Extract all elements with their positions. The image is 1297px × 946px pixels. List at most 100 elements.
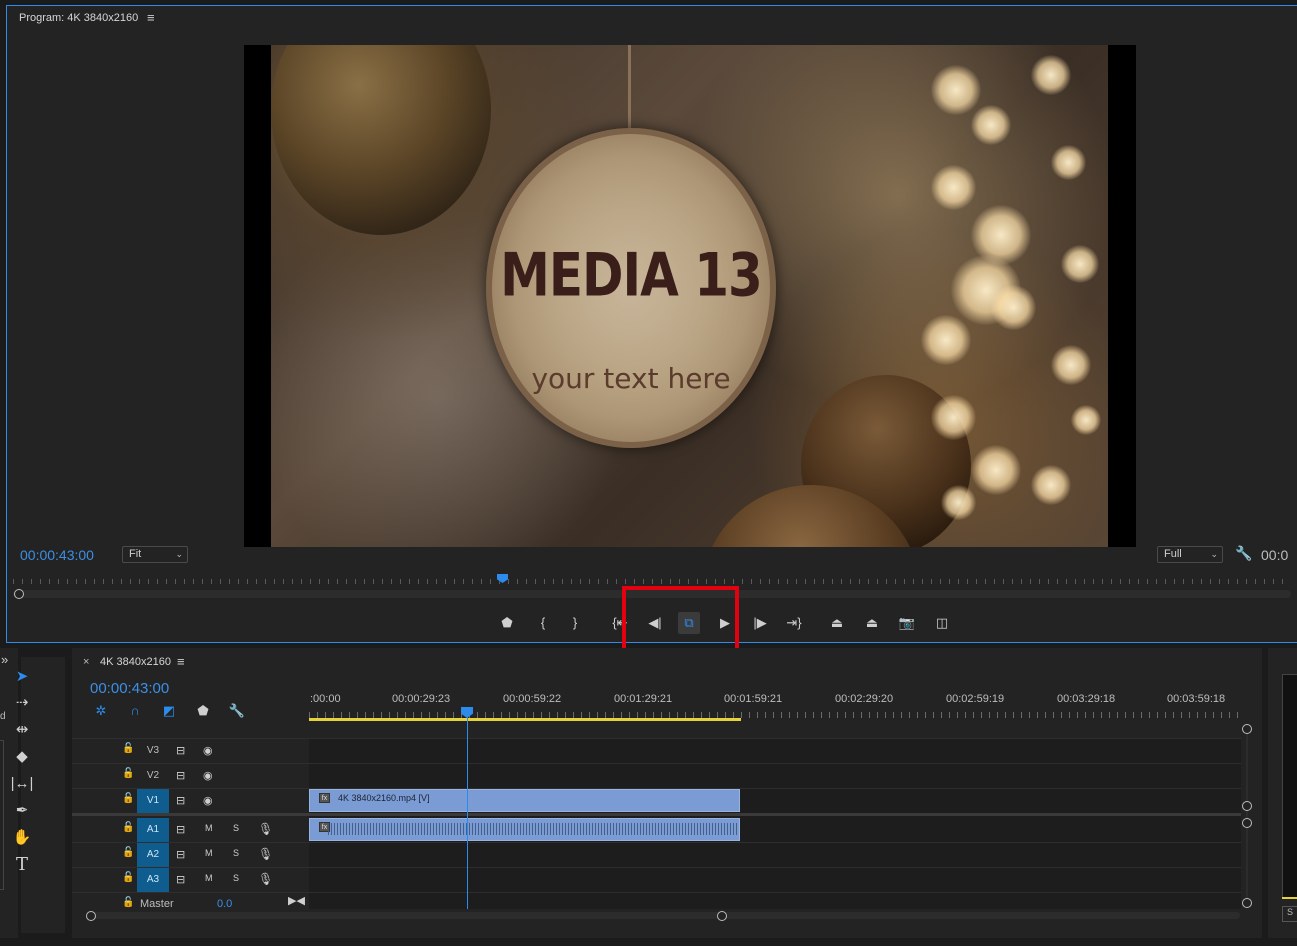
snap-icon[interactable]: ∩ [125, 703, 145, 721]
solo-button[interactable]: S [233, 848, 239, 858]
sync-lock-icon[interactable]: ⊟ [176, 848, 185, 861]
master-track-label: Master [140, 898, 174, 910]
track-target-v2[interactable]: V2 [137, 764, 169, 788]
sync-lock-icon[interactable]: ⊟ [176, 744, 185, 757]
fx-badge: fx [319, 793, 330, 803]
eye-icon[interactable]: ◉ [203, 794, 213, 807]
video-clip[interactable]: fx 4K 3840x2160.mp4 [V] [309, 789, 740, 812]
track-target-a2[interactable]: A2 [137, 843, 169, 867]
lift-icon[interactable]: ⏏ [826, 612, 848, 634]
slip-icon[interactable]: |↔| [9, 773, 35, 795]
mark-in-icon[interactable]: { [532, 612, 554, 634]
solo-button[interactable]: S [233, 823, 239, 833]
scrollbar-handle[interactable] [1242, 818, 1252, 828]
program-monitor-title[interactable]: Program: 4K 3840x2160 [19, 12, 138, 24]
scrollbar-handle[interactable] [1242, 898, 1252, 908]
pen-icon[interactable]: ✒ [9, 800, 35, 822]
track-header-a1: 🔓 A1 ⊟ M S 🎙 [72, 818, 309, 842]
extract-icon[interactable]: ⏏ [861, 612, 883, 634]
close-icon[interactable]: × [83, 656, 89, 668]
double-chevron-right-icon[interactable]: » [1, 652, 8, 667]
video-audio-divider[interactable] [72, 813, 1241, 816]
scrollbar-handle[interactable] [86, 911, 96, 921]
razor-icon[interactable]: ◆ [9, 746, 35, 768]
track-target-a1[interactable]: A1 [137, 818, 169, 842]
hamburger-icon[interactable]: ≡ [177, 654, 185, 669]
highlight-box [622, 586, 739, 652]
wrench-icon[interactable]: 🔧 [227, 703, 247, 721]
mute-button[interactable]: M [205, 873, 213, 883]
video-clip-label: 4K 3840x2160.mp4 [V] [338, 793, 430, 803]
nest-sequence-icon[interactable]: ✲ [91, 703, 111, 721]
ruler-label: 00:01:29:21 [614, 693, 673, 705]
ruler-label: 00:00:29:23 [392, 693, 451, 705]
left-panel-box [0, 740, 4, 890]
marker-icon[interactable]: ⬟ [193, 703, 213, 721]
mark-out-icon[interactable]: } [564, 612, 586, 634]
ruler-label: 00:03:59:18 [1167, 693, 1226, 705]
type-icon[interactable]: T [9, 854, 35, 876]
program-monitor-panel: Program: 4K 3840x2160 ≡ MEDIA 13 your te… [6, 5, 1297, 643]
timeline-timecode[interactable]: 00:00:43:00 [90, 680, 169, 697]
lock-icon[interactable]: 🔓 [122, 822, 134, 833]
arrow-icon[interactable]: ➤ [9, 666, 35, 688]
comparison-view-icon[interactable]: ◫ [931, 612, 953, 634]
playback-resolution-select[interactable]: Full ⌄ [1157, 546, 1223, 563]
ornament-subtitle-text: your text here [531, 362, 731, 395]
scrollbar-handle[interactable] [14, 589, 24, 599]
ruler-label: 00:01:59:21 [724, 693, 783, 705]
work-area-bar[interactable] [309, 718, 741, 721]
solo-meter-button[interactable]: S [1282, 906, 1297, 922]
microphone-icon[interactable]: 🎙 [258, 872, 273, 886]
track-divider [72, 842, 1241, 843]
sync-lock-icon[interactable]: ⊟ [176, 769, 185, 782]
zoom-level-value: Fit [129, 548, 142, 560]
sync-lock-icon[interactable]: ⊟ [176, 794, 185, 807]
step-forward-icon[interactable]: |▶ [749, 612, 771, 634]
microphone-icon[interactable]: 🎙 [258, 822, 273, 836]
eye-icon[interactable]: ◉ [203, 744, 213, 757]
go-to-end-icon[interactable]: ▶◀ [288, 894, 305, 907]
marker-icon[interactable]: ⬟ [496, 612, 518, 634]
program-timecode[interactable]: 00:00:43:00 [20, 547, 94, 563]
zoom-level-select[interactable]: Fit ⌄ [122, 546, 188, 563]
lock-icon[interactable]: 🔓 [122, 743, 134, 754]
horizontal-scrollbar[interactable] [86, 912, 1240, 919]
sync-lock-icon[interactable]: ⊟ [176, 873, 185, 886]
scrollbar-handle[interactable] [717, 911, 727, 921]
video-preview[interactable]: MEDIA 13 your text here [244, 45, 1136, 547]
playback-resolution-value: Full [1164, 548, 1182, 560]
lock-icon[interactable]: 🔓 [122, 897, 134, 908]
lock-icon[interactable]: 🔓 [122, 847, 134, 858]
hamburger-icon[interactable]: ≡ [147, 10, 155, 25]
program-time-ruler[interactable] [13, 573, 1291, 585]
sync-lock-icon[interactable]: ⊟ [176, 823, 185, 836]
microphone-icon[interactable]: 🎙 [258, 847, 273, 861]
ornament-title-text: MEDIA 13 [500, 240, 763, 310]
lock-icon[interactable]: 🔓 [122, 872, 134, 883]
ornament-ball-left [271, 45, 491, 235]
scrollbar-handle[interactable] [1242, 801, 1252, 811]
ripple-edit-icon[interactable]: ⇹ [9, 719, 35, 741]
eye-icon[interactable]: ◉ [203, 769, 213, 782]
lock-icon[interactable]: 🔓 [122, 768, 134, 779]
audio-clip[interactable]: fx [309, 818, 740, 841]
scrollbar-handle[interactable] [1242, 724, 1252, 734]
mute-button[interactable]: M [205, 848, 213, 858]
wrench-icon[interactable]: 🔧 [1235, 545, 1252, 562]
track-select-icon[interactable]: ⇢ [9, 692, 35, 714]
lock-icon[interactable]: 🔓 [122, 793, 134, 804]
linked-selection-icon[interactable]: ◩ [159, 703, 179, 721]
hand-icon[interactable]: ✋ [9, 827, 35, 849]
go-to-out-icon[interactable]: ⇥} [783, 612, 805, 634]
camera-icon[interactable]: 📷 [896, 612, 918, 634]
solo-button[interactable]: S [233, 873, 239, 883]
track-target-a3[interactable]: A3 [137, 868, 169, 892]
track-target-v1[interactable]: V1 [137, 789, 169, 813]
wood-ornament: MEDIA 13 your text here [486, 128, 776, 448]
duration-timecode: 00:0 [1261, 547, 1289, 563]
timeline-tab-title[interactable]: 4K 3840x2160 [100, 656, 171, 668]
master-volume-value[interactable]: 0.0 [217, 898, 232, 910]
track-target-v3[interactable]: V3 [137, 739, 169, 763]
mute-button[interactable]: M [205, 823, 213, 833]
